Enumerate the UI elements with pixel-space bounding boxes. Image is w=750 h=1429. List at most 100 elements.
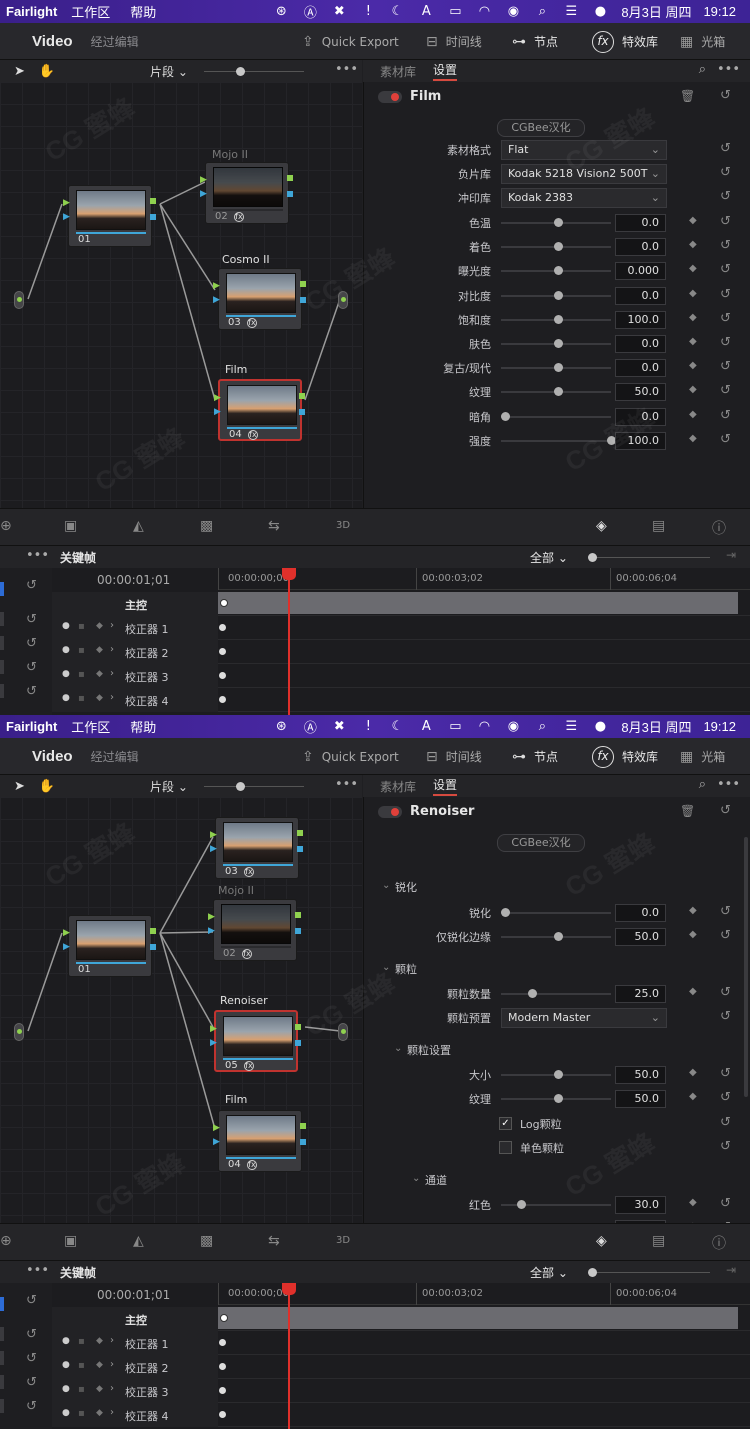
keyframe-diamond-icon[interactable]: ◆ <box>689 336 697 347</box>
reset-icon[interactable]: ↺ <box>26 612 37 627</box>
input-icon[interactable]: A <box>414 4 438 19</box>
node-03[interactable]: 03 fx ▶ ▶ <box>213 268 306 330</box>
keyframe-diamond-icon[interactable]: ◆ <box>689 433 697 444</box>
output-port[interactable] <box>297 830 303 836</box>
tab-media[interactable]: 素材库 <box>380 778 416 795</box>
param-value-field[interactable]: 0.0 <box>615 238 666 257</box>
control-center-icon[interactable]: ☰ <box>559 4 583 19</box>
diamond-icon[interactable]: ◆ <box>96 693 103 703</box>
reset-icon[interactable]: ↺ <box>720 287 731 302</box>
param-value-field[interactable]: 100.0 <box>615 431 666 450</box>
playhead-handle[interactable] <box>282 568 296 580</box>
group-header[interactable]: ⌄ 通道 <box>364 1168 750 1192</box>
keyframe-diamond-icon[interactable]: ◆ <box>689 1197 697 1208</box>
blur-icon[interactable]: ◭ <box>133 518 144 534</box>
capcut-icon[interactable]: ✖ <box>327 4 351 19</box>
output-dot[interactable] <box>338 1023 348 1041</box>
param-value-field[interactable]: 0.0 <box>615 904 666 922</box>
location-icon[interactable]: Ⓐ <box>298 2 322 21</box>
more-icon[interactable]: ••• <box>717 777 740 792</box>
keyframe-dot[interactable] <box>219 624 226 631</box>
track-row[interactable]: ● ▪ ◆ › 校正器 3 <box>52 1379 750 1403</box>
search-icon[interactable]: ⌕ <box>699 777 706 792</box>
group-header[interactable]: ⌄ 颗粒设置 <box>364 1038 750 1062</box>
param-slider-knob[interactable] <box>501 908 510 917</box>
track-row[interactable]: ● ▪ ◆ › 校正器 1 <box>52 616 750 640</box>
clip-mode-dropdown[interactable]: 片段 ⌄ <box>150 778 188 795</box>
effects-button[interactable]: fx 特效库 <box>592 738 658 775</box>
app-menu[interactable]: Fairlight <box>6 4 57 19</box>
param-value-field[interactable]: 30.0 <box>615 1196 666 1214</box>
key-output-port[interactable] <box>300 1139 306 1145</box>
trash-icon[interactable]: 🗑 <box>680 804 695 818</box>
3d-icon[interactable]: 3D <box>336 1235 350 1246</box>
node-04-selected[interactable]: 04 fx ▶ ▶ <box>214 379 305 441</box>
keyframe-dot[interactable] <box>219 1363 226 1370</box>
scopes-icon[interactable]: ▤ <box>652 1233 665 1249</box>
keyframe-dot[interactable] <box>219 648 226 655</box>
chevron-right-icon[interactable]: › <box>110 644 114 655</box>
param-slider-knob[interactable] <box>554 314 563 324</box>
scopes-icon[interactable]: ▤ <box>652 518 665 534</box>
dot-icon[interactable]: ● <box>62 645 70 655</box>
quick-export-button[interactable]: ⇪ Quick Export <box>302 23 399 60</box>
menu-workspace[interactable]: 工作区 <box>71 717 110 736</box>
chevron-right-icon[interactable]: › <box>110 1359 114 1370</box>
key-output-port[interactable] <box>299 409 305 415</box>
keyframe-dot[interactable] <box>219 672 226 679</box>
reset-icon[interactable]: ↺ <box>720 141 731 156</box>
diamond-icon[interactable]: ◆ <box>96 1360 103 1370</box>
color-wheel-icon[interactable]: ⊕ <box>0 1233 12 1249</box>
time-ruler[interactable]: 00:00:00;00 00:00:03;02 00:00:06;04 <box>218 1283 750 1305</box>
keyframe-dot[interactable] <box>219 1339 226 1346</box>
param-value-field[interactable]: 0.000 <box>615 262 666 281</box>
diamond-icon[interactable]: ◆ <box>96 1384 103 1394</box>
param-slider-knob[interactable] <box>554 387 563 397</box>
output-port[interactable] <box>287 175 293 181</box>
effect-toggle[interactable] <box>378 91 402 103</box>
reset-icon[interactable]: ↺ <box>26 636 37 651</box>
app-menu[interactable]: Fairlight <box>6 719 57 734</box>
param-slider-knob[interactable] <box>501 411 510 421</box>
battery-icon[interactable]: ▭ <box>443 719 467 734</box>
param-slider-knob[interactable] <box>554 242 563 252</box>
reset-icon[interactable]: ↺ <box>720 904 731 919</box>
key-output-port[interactable] <box>287 191 293 197</box>
clip-mode-dropdown[interactable]: 片段 ⌄ <box>150 63 188 80</box>
chevron-right-icon[interactable]: › <box>110 620 114 631</box>
node-04[interactable]: 04 fx ▶ ▶ <box>213 1110 306 1172</box>
siri-icon[interactable]: ● <box>588 719 612 734</box>
source-input-dot[interactable] <box>14 291 24 309</box>
lock-icon[interactable]: ▪ <box>78 621 85 632</box>
key-output-port[interactable] <box>295 1040 301 1046</box>
search-icon[interactable]: ⌕ <box>530 719 554 734</box>
dropdown-select[interactable]: Kodak 2383 ⌄ <box>501 188 667 208</box>
keyframe-filter-dropdown[interactable]: 全部 ⌄ <box>530 1264 568 1281</box>
reset-icon[interactable]: ↺ <box>720 88 731 103</box>
hand-icon[interactable]: ✋ <box>39 64 55 79</box>
tab-media[interactable]: 素材库 <box>380 63 416 80</box>
param-slider[interactable] <box>501 439 611 442</box>
keyframes-icon[interactable]: ◈ <box>596 518 607 534</box>
reset-icon[interactable]: ↺ <box>720 1139 731 1154</box>
node-03[interactable]: 03 fx ▶ ▶ <box>210 817 303 879</box>
quick-export-button[interactable]: ⇪ Quick Export <box>302 738 399 775</box>
key-output-port[interactable] <box>295 928 301 934</box>
node-02[interactable]: 02 fx ▶ ▶ <box>200 162 293 224</box>
output-port[interactable] <box>295 1024 301 1030</box>
keyframe-zoom-knob[interactable] <box>588 553 597 562</box>
output-dot[interactable] <box>338 291 348 309</box>
master-track[interactable]: 主控 <box>52 1307 750 1331</box>
reset-icon[interactable]: ↺ <box>720 408 731 423</box>
reset-icon[interactable]: ↺ <box>720 311 731 326</box>
sizing-icon[interactable]: ⇆ <box>268 518 280 534</box>
keyframe-dot[interactable] <box>219 1387 226 1394</box>
param-slider-knob[interactable] <box>554 218 563 227</box>
keyframe-diamond-icon[interactable]: ◆ <box>689 929 697 940</box>
trash-icon[interactable]: 🗑 <box>680 89 695 103</box>
effects-button[interactable]: fx 特效库 <box>592 23 658 60</box>
reset-icon[interactable]: ↺ <box>720 165 731 180</box>
param-value-field[interactable]: 0.0 <box>615 286 666 305</box>
reset-icon[interactable]: ↺ <box>720 214 731 229</box>
info-icon[interactable]: ⓘ <box>712 518 726 538</box>
